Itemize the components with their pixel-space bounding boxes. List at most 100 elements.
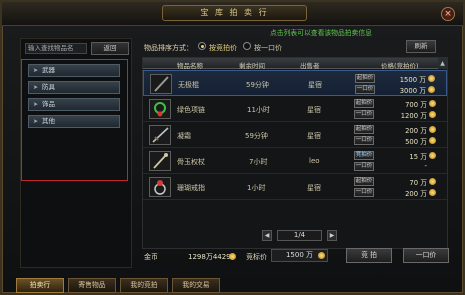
item-seller: 星宿 <box>307 132 321 140</box>
buyout-tag: 一口价 <box>355 85 375 94</box>
item-time: 59分钟 <box>246 81 269 89</box>
buyout-price: - <box>424 162 427 170</box>
category-list: ➤ 武器 ➤ 防具 ➤ 饰品 ➤ 其他 <box>21 59 128 181</box>
gold-coin-icon <box>429 152 436 159</box>
buyout-tag: 一口价 <box>354 136 374 145</box>
gold-coin-icon <box>429 137 436 144</box>
start-price-tag: 起拍价 <box>354 177 374 186</box>
sort-label: 物品排序方式： <box>144 44 193 52</box>
buyout-tag: 一口价 <box>354 162 374 171</box>
buyout-price: 1200 万 <box>400 112 427 120</box>
start-price: 700 万 <box>405 101 427 109</box>
bid-button[interactable]: 竞 拍 <box>346 248 392 263</box>
gold-label: 金币 <box>144 253 158 261</box>
listing-table: 物品名称 剩余时间 出售者 价格(竞拍价) ▲ 无极棍 59分钟 星宿 起拍价 … <box>142 57 448 249</box>
buyout-price: 200 万 <box>405 190 427 198</box>
table-row[interactable]: 无极棍 59分钟 星宿 起拍价 一口价 1500 万 3000 万 <box>143 70 447 96</box>
category-armor[interactable]: ➤ 防具 <box>28 81 120 94</box>
refresh-button[interactable]: 刷新 <box>406 40 436 53</box>
item-name: 骨玉权杖 <box>177 158 205 166</box>
category-label: 防具 <box>42 83 55 91</box>
tab-consign[interactable]: 寄售物品 <box>68 278 116 293</box>
pagination: ◀ 1/4 ▶ <box>260 230 340 243</box>
window-title: 宝 库 拍 卖 行 <box>162 5 307 21</box>
start-price-tag: 起拍价 <box>355 74 375 83</box>
gold-coin-icon <box>428 75 435 82</box>
start-price: 1500 万 <box>399 76 426 84</box>
start-price-tag: 起拍价 <box>354 99 374 108</box>
table-row[interactable]: 凝霜 59分钟 星宿 起拍价 一口价 200 万 500 万 <box>143 122 447 148</box>
item-seller: 星宿 <box>307 184 321 192</box>
sort-by-bid-label[interactable]: 按竞拍价 <box>209 43 237 53</box>
sort-by-bid-radio[interactable] <box>198 42 206 50</box>
page-indicator: 1/4 <box>277 230 322 241</box>
buyout-tag: 一口价 <box>354 110 374 119</box>
category-label: 饰品 <box>42 100 55 108</box>
header-price[interactable]: 价格(竞拍价) <box>381 60 419 70</box>
back-button[interactable]: 返回 <box>91 42 129 55</box>
buyout-price: 3000 万 <box>399 87 426 95</box>
staff-icon <box>150 74 172 94</box>
arrow-right-icon: ➤ <box>33 84 39 91</box>
bid-price-tag: 竞拍价 <box>354 151 374 160</box>
gold-coin-icon <box>318 252 325 259</box>
header-item-name[interactable]: 物品名称 <box>177 60 203 70</box>
next-page-button[interactable]: ▶ <box>327 230 337 241</box>
item-time: 1小时 <box>247 184 266 192</box>
auction-main: 物品排序方式： 按竞拍价 按一口价 刷新 物品名称 剩余时间 出售者 价格(竞拍… <box>138 38 451 266</box>
start-price-tag: 起拍价 <box>354 125 374 134</box>
arrow-right-icon: ➤ <box>33 118 39 125</box>
sort-by-buyout-radio[interactable] <box>243 42 251 50</box>
sword-icon <box>149 125 171 145</box>
item-name: 珊瑚戒指 <box>177 184 205 192</box>
start-price: 70 万 <box>409 179 427 187</box>
gold-coin-icon <box>229 253 236 260</box>
header-seller[interactable]: 出售者 <box>300 60 320 70</box>
gold-coin-icon <box>429 100 436 107</box>
buyout-price: 500 万 <box>405 138 427 146</box>
item-time: 59分钟 <box>245 132 268 140</box>
table-row[interactable]: 骨玉权杖 7小时 leo 竞拍价 一口价 15 万 - <box>143 148 447 174</box>
scepter-icon <box>149 151 171 171</box>
close-button[interactable]: × <box>441 7 455 21</box>
auction-window: 宝 库 拍 卖 行 × 输入查找物品名 返回 ➤ 武器 ➤ 防具 ➤ 饰品 ➤ … <box>0 0 465 295</box>
item-name: 无极棍 <box>178 81 199 89</box>
sort-by-buyout-label[interactable]: 按一口价 <box>254 43 282 53</box>
tab-my-trades[interactable]: 我的交易 <box>172 278 220 293</box>
gold-coin-icon <box>428 86 435 93</box>
category-panel: 输入查找物品名 返回 ➤ 武器 ➤ 防具 ➤ 饰品 ➤ 其他 <box>20 38 132 268</box>
gold-coin-icon <box>429 189 436 196</box>
buyout-button[interactable]: 一口价 <box>403 248 449 263</box>
scroll-up-button[interactable]: ▲ <box>438 58 447 69</box>
hint-text: 点击列表可以查看该物品拍卖信息 <box>270 29 372 37</box>
table-header: 物品名称 剩余时间 出售者 价格(竞拍价) ▲ <box>143 58 447 70</box>
bid-label: 竞标价 <box>246 253 267 261</box>
arrow-right-icon: ➤ <box>33 67 39 74</box>
table-row[interactable]: 绿色项链 11小时 星宿 起拍价 一口价 700 万 1200 万 <box>143 96 447 122</box>
buyout-tag: 一口价 <box>354 188 374 197</box>
search-input[interactable]: 输入查找物品名 <box>25 43 87 54</box>
ring-icon <box>149 177 171 197</box>
item-time: 7小时 <box>249 158 268 166</box>
item-seller: 星宿 <box>307 106 321 114</box>
category-label: 其他 <box>42 117 55 125</box>
tab-my-bids[interactable]: 我的竞拍 <box>120 278 168 293</box>
start-price: 200 万 <box>405 127 427 135</box>
item-name: 绿色项链 <box>177 106 205 114</box>
gold-coin-icon <box>429 111 436 118</box>
tab-auction[interactable]: 拍卖行 <box>16 278 64 293</box>
header-time-left[interactable]: 剩余时间 <box>239 60 265 70</box>
gold-coin-icon <box>429 126 436 133</box>
bottom-bar: 金币 1298万4429 竞标价 1500 万 竞 拍 一口价 <box>138 248 451 264</box>
gold-value: 1298万4429 <box>188 253 231 261</box>
category-weapons[interactable]: ➤ 武器 <box>28 64 120 77</box>
item-name: 凝霜 <box>177 132 191 140</box>
category-accessories[interactable]: ➤ 饰品 <box>28 98 120 111</box>
necklace-icon <box>149 99 171 119</box>
sort-bar: 物品排序方式： 按竞拍价 按一口价 刷新 <box>142 40 442 53</box>
category-other[interactable]: ➤ 其他 <box>28 115 120 128</box>
table-row[interactable]: 珊瑚戒指 1小时 星宿 起拍价 一口价 70 万 200 万 <box>143 174 447 200</box>
bid-price: 15 万 <box>409 153 427 161</box>
prev-page-button[interactable]: ◀ <box>262 230 272 241</box>
arrow-right-icon: ➤ <box>33 101 39 108</box>
